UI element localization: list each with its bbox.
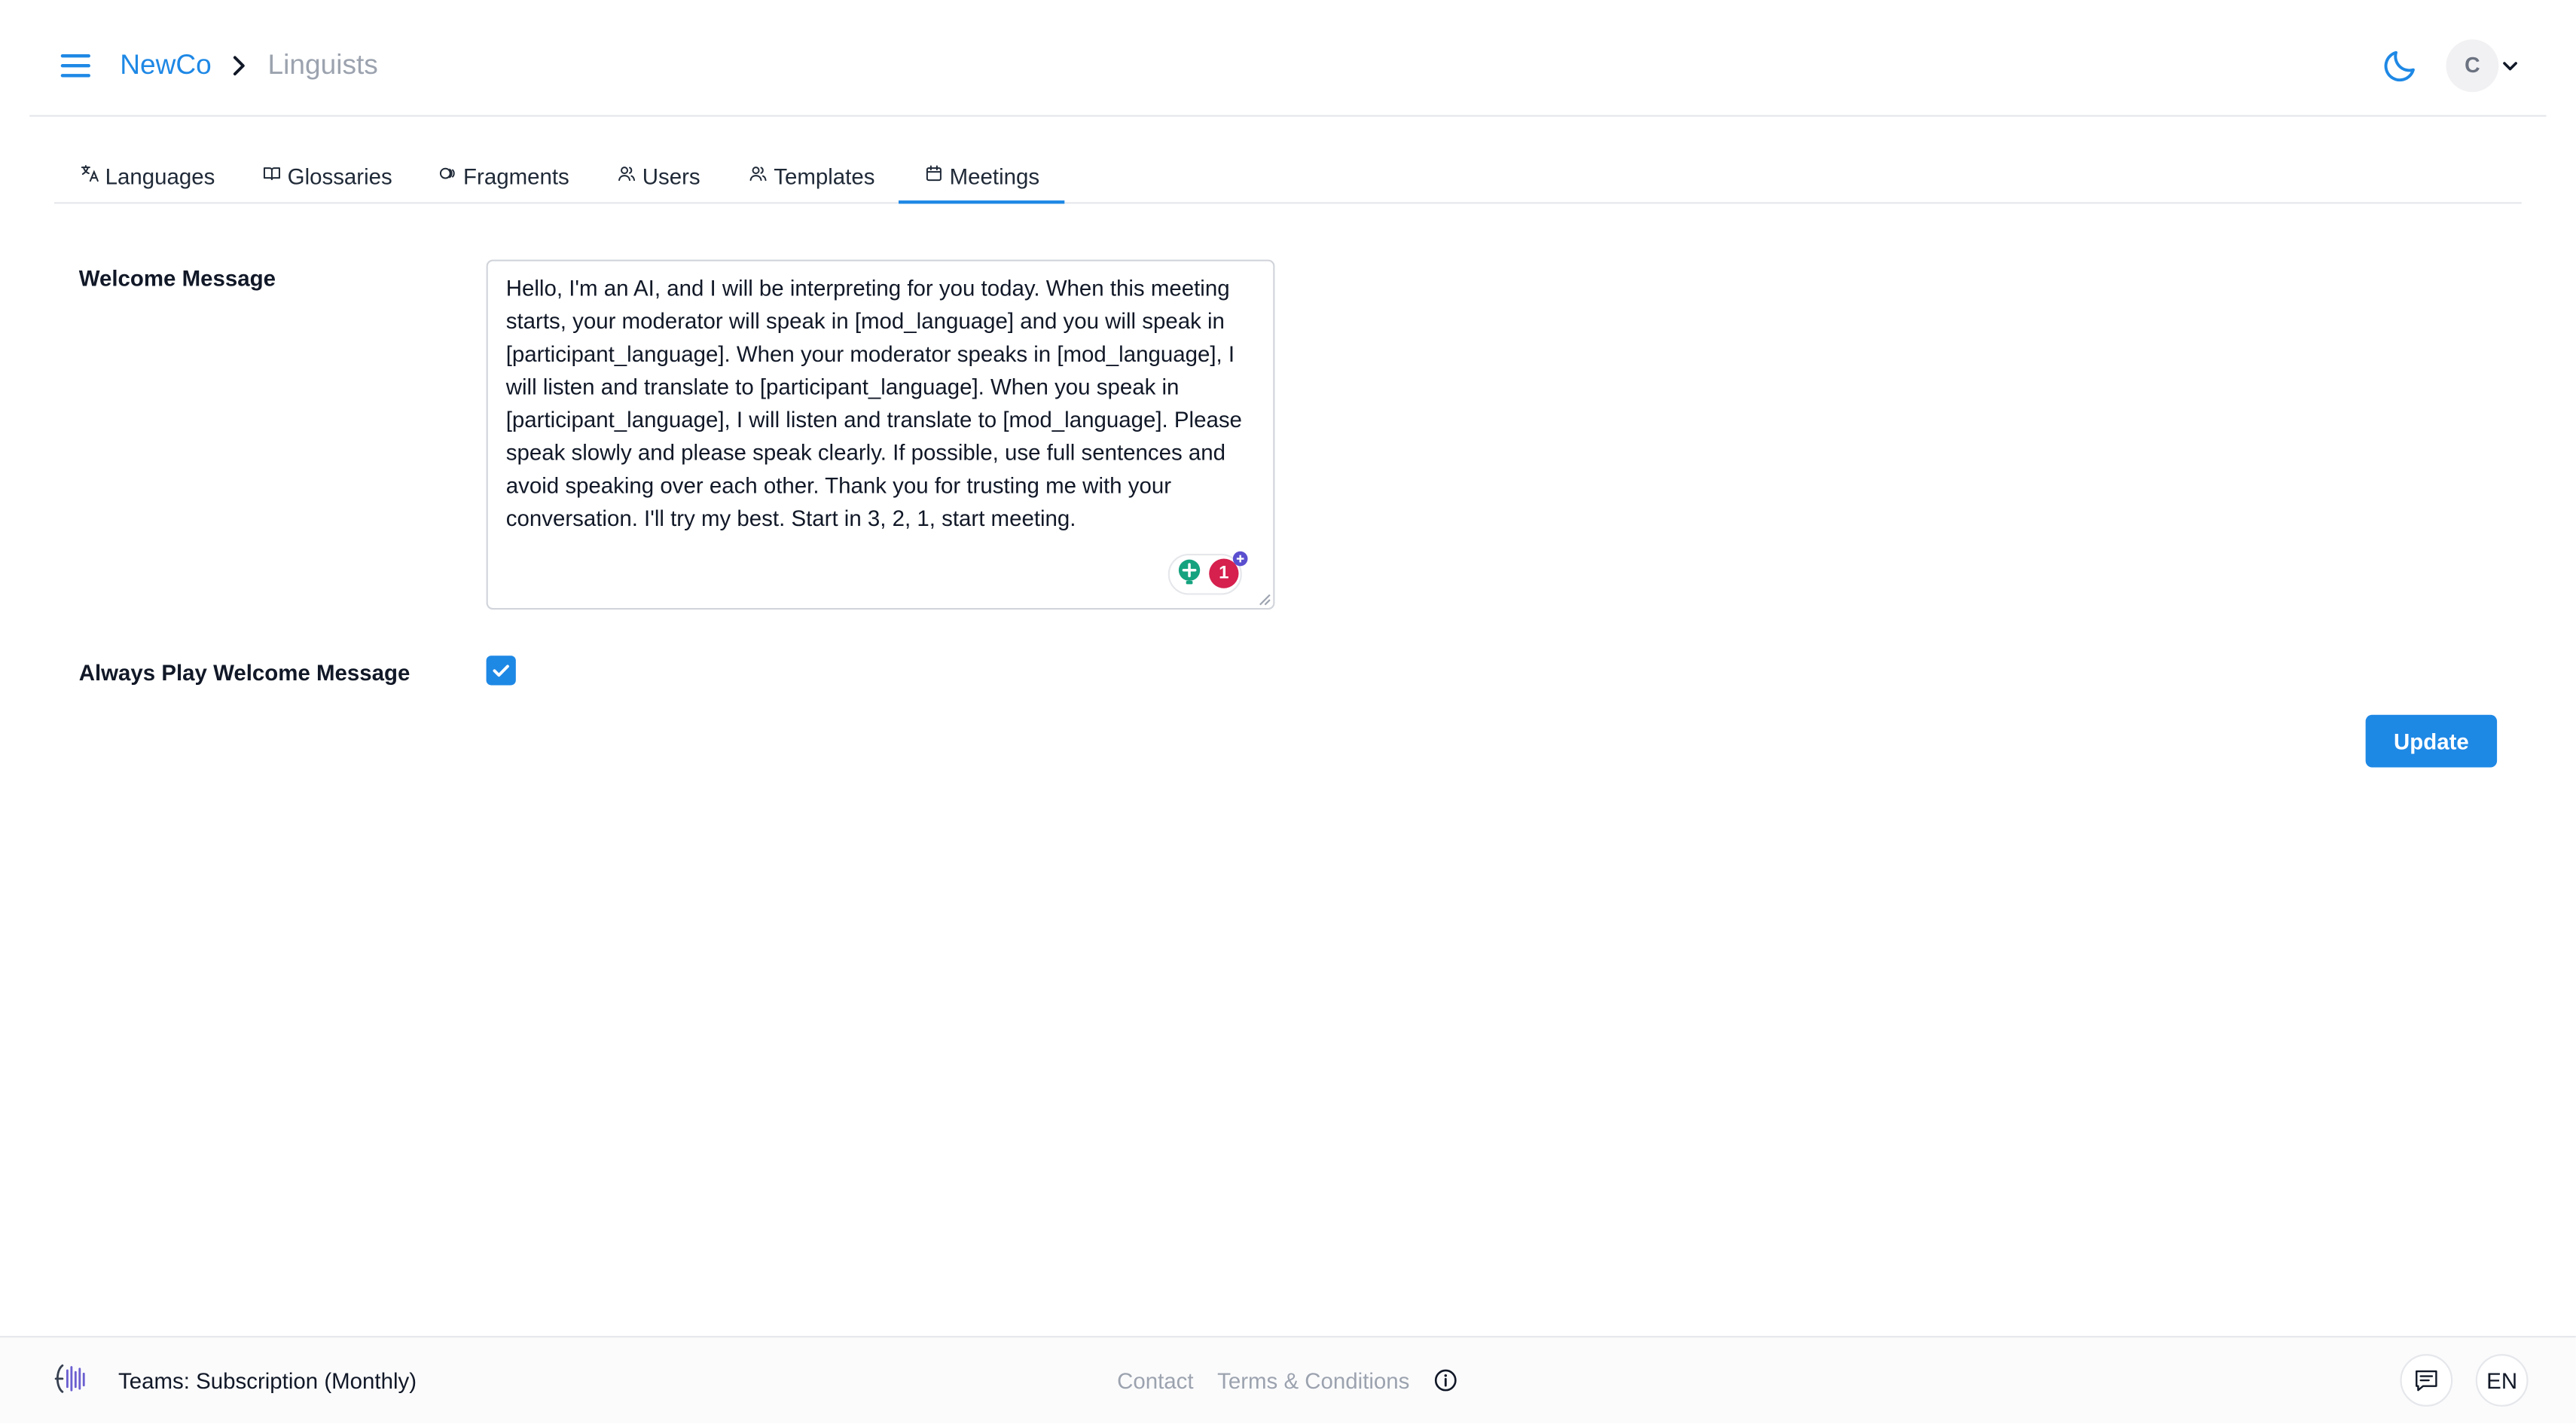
language-button[interactable]: EN [2475, 1354, 2529, 1407]
tabs-divider [53, 202, 2522, 204]
app-logo-icon [54, 1364, 85, 1393]
tab-languages[interactable]: Languages [81, 157, 215, 202]
chat-icon [2416, 1370, 2437, 1392]
fragments-icon [439, 167, 455, 179]
moon-icon[interactable] [2380, 44, 2419, 87]
avatar: C [2446, 39, 2499, 93]
tab-label: Templates [774, 164, 875, 189]
breadcrumb-org-link[interactable]: NewCo [120, 47, 212, 84]
tab-label: Glossaries [287, 164, 392, 189]
tab-templates[interactable]: Templates [749, 157, 881, 202]
page: NewCo Linguists C Languages Glossaries F… [0, 0, 2576, 1423]
terms-link[interactable]: Terms & Conditions [1217, 1367, 1409, 1397]
always-play-checkbox[interactable] [486, 655, 516, 686]
book-icon [263, 167, 280, 181]
chat-button[interactable] [2400, 1354, 2453, 1407]
tab-label: Languages [105, 164, 215, 189]
update-button[interactable]: Update [2365, 714, 2498, 768]
calendar-icon [926, 165, 942, 182]
welcome-message-textarea[interactable]: Hello, I'm an AI, and I will be interpre… [486, 259, 1275, 610]
tab-fragments[interactable]: Fragments [438, 157, 573, 202]
breadcrumb-current-page: Linguists [267, 49, 378, 81]
tab-label: Fragments [463, 164, 569, 189]
active-tab-indicator [899, 200, 1065, 204]
always-play-label: Always Play Welcome Message [78, 660, 411, 686]
resize-handle-icon[interactable] [1259, 593, 1271, 606]
language-code: EN [2486, 1368, 2518, 1394]
tab-users[interactable]: Users [618, 157, 707, 202]
contact-link[interactable]: Contact [1117, 1367, 1193, 1397]
welcome-message-text: Hello, I'm an AI, and I will be interpre… [505, 276, 1242, 531]
hamburger-menu-icon[interactable] [56, 46, 95, 85]
tab-label: Meetings [949, 164, 1040, 189]
translate-icon [81, 165, 99, 182]
chevron-right-icon [233, 56, 245, 76]
users-icon [618, 167, 636, 182]
chevron-down-icon [2503, 62, 2517, 71]
header-divider [29, 115, 2547, 117]
subscription-plan: Teams: Subscription (Monthly) [118, 1368, 417, 1394]
grammarly-badge-count: 1 [1219, 564, 1229, 584]
grammarly-widget[interactable]: 1 [1167, 551, 1250, 597]
welcome-message-label: Welcome Message [78, 266, 276, 292]
checkmark-icon [493, 665, 509, 677]
tab-meetings[interactable]: Meetings [925, 157, 1056, 202]
tab-label: Users [642, 164, 700, 189]
users-icon [749, 167, 767, 182]
info-icon[interactable] [1434, 1369, 1457, 1392]
user-menu[interactable]: C [2446, 39, 2526, 93]
tab-glossaries[interactable]: Glossaries [263, 157, 394, 202]
